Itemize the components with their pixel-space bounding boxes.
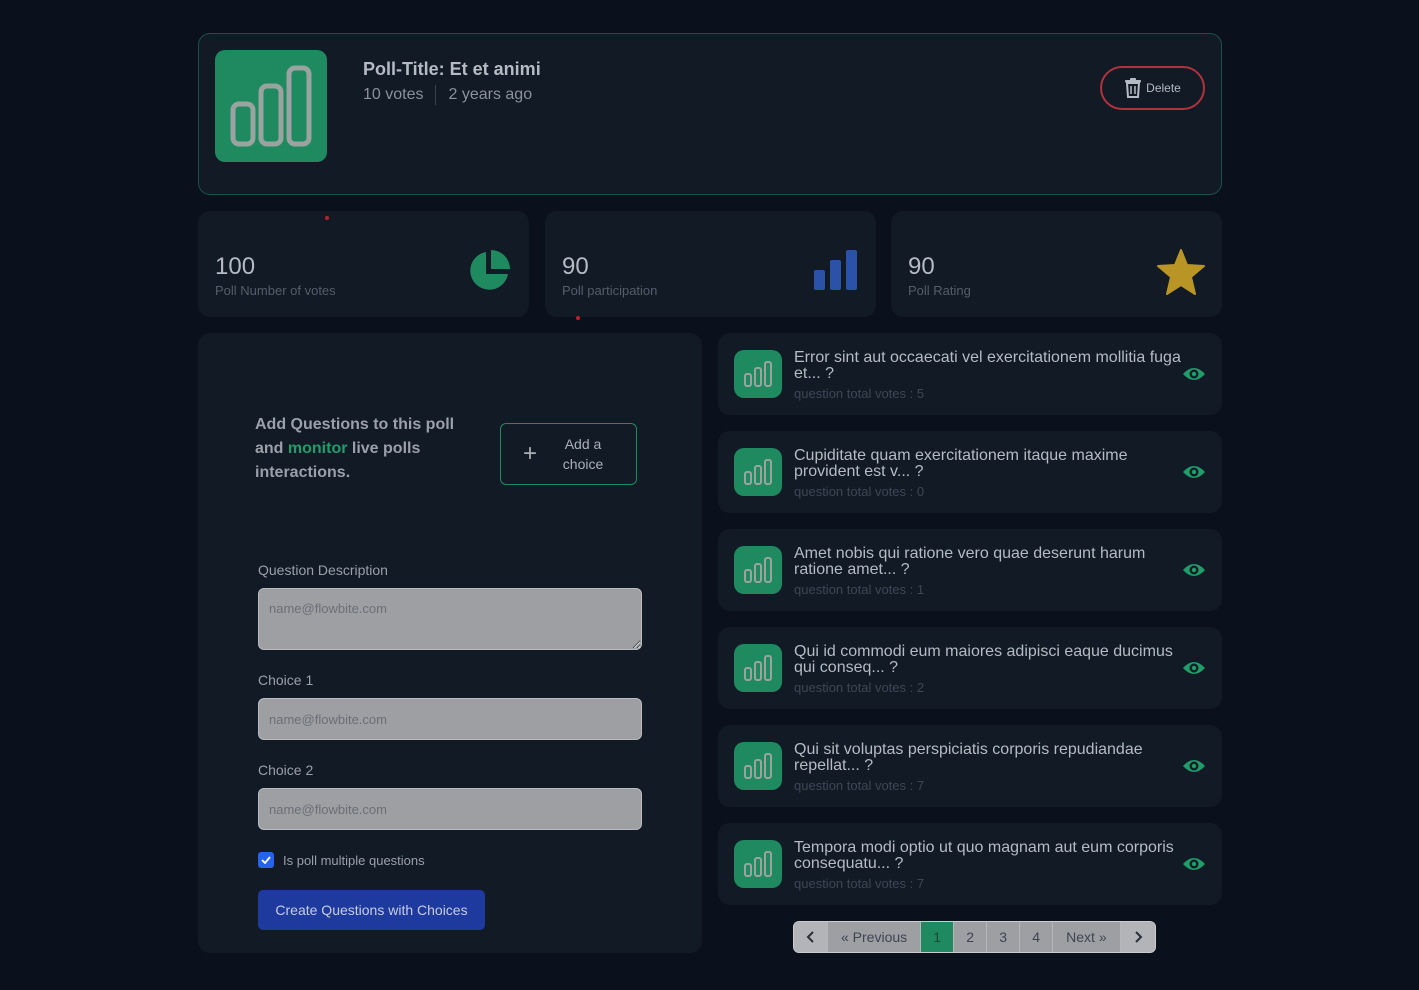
star-icon [1157, 249, 1205, 295]
poll-title: Poll-Title: Et et animi [363, 59, 541, 79]
question-description-input[interactable] [258, 588, 642, 650]
poll-chart-logo-icon [215, 50, 327, 162]
question-card: Cupiditate quam exercitationem itaque ma… [718, 431, 1222, 513]
multiple-questions-label: Is poll multiple questions [283, 852, 425, 868]
question-chart-icon [734, 546, 782, 594]
page-2-button[interactable]: 2 [954, 922, 988, 952]
question-votes: question total votes : 0 [794, 484, 925, 499]
stat-value: 90 [908, 253, 935, 280]
question-description-label: Question Description [258, 562, 388, 578]
question-card: Error sint aut occaecati vel exercitatio… [718, 333, 1222, 415]
choice-1-input[interactable] [258, 698, 642, 740]
create-questions-button[interactable]: Create Questions with Choices [258, 890, 485, 930]
stat-label: Poll Rating [908, 283, 971, 298]
delete-button[interactable]: Delete [1100, 66, 1205, 110]
choice-2-label: Choice 2 [258, 762, 314, 778]
previous-button[interactable]: « Previous [828, 922, 922, 952]
stat-card-participation: 90 Poll participation [545, 211, 876, 317]
form-promo-text: Add Questions to this poll and monitor l… [255, 416, 455, 481]
add-choice-button[interactable]: + Add a choice [500, 423, 637, 485]
choice-1-label: Choice 1 [258, 672, 314, 688]
question-text: Error sint aut occaecati vel exercitatio… [794, 349, 1181, 382]
question-chart-icon [734, 644, 782, 692]
question-text: Tempora modi optio ut quo magnam aut eum… [794, 839, 1174, 872]
plus-icon: + [523, 440, 538, 467]
question-votes: question total votes : 1 [794, 582, 925, 597]
stat-label: Poll participation [562, 283, 658, 298]
view-eye-icon[interactable] [1182, 560, 1206, 585]
chevron-left-icon [806, 931, 814, 943]
prev-arrow-button[interactable] [794, 922, 828, 952]
question-card: Tempora modi optio ut quo magnam aut eum… [718, 823, 1222, 905]
question-card: Amet nobis qui ratione vero quae deserun… [718, 529, 1222, 611]
question-votes: question total votes : 5 [794, 386, 925, 401]
poll-header-card: Poll-Title: Et et animi 10 votes 2 years… [198, 33, 1222, 195]
question-text: Cupiditate quam exercitationem itaque ma… [794, 447, 1128, 480]
poll-vote-count: 10 votes [363, 86, 424, 103]
delete-label: Delete [1146, 81, 1181, 95]
question-votes: question total votes : 2 [794, 680, 925, 695]
promo-accent: monitor [287, 440, 348, 457]
question-votes: question total votes : 7 [794, 778, 925, 793]
page-1-button[interactable]: 1 [921, 922, 955, 952]
stat-value: 100 [215, 253, 256, 280]
view-eye-icon[interactable] [1182, 658, 1206, 683]
poll-meta: 10 votes 2 years ago [363, 85, 532, 105]
question-votes: question total votes : 7 [794, 876, 925, 891]
page-3-button[interactable]: 3 [987, 922, 1021, 952]
next-arrow-button[interactable] [1120, 922, 1155, 952]
question-chart-icon [734, 350, 782, 398]
stat-card-rating: 90 Poll Rating [891, 211, 1222, 317]
indicator-dot [576, 316, 580, 320]
next-button[interactable]: Next » [1053, 922, 1121, 952]
indicator-dot [325, 216, 329, 220]
page-4-button[interactable]: 4 [1020, 922, 1054, 952]
question-text: Amet nobis qui ratione vero quae deserun… [794, 545, 1146, 578]
view-eye-icon[interactable] [1182, 756, 1206, 781]
poll-age: 2 years ago [448, 86, 533, 103]
choice-2-input[interactable] [258, 788, 642, 830]
add-question-form: Add Questions to this poll and monitor l… [198, 333, 702, 953]
trash-icon [1125, 78, 1142, 98]
add-choice-label: Add a choice [562, 436, 604, 472]
pagination: « Previous 1 2 3 4 Next » [793, 921, 1156, 953]
view-eye-icon[interactable] [1182, 364, 1206, 389]
chevron-right-icon [1134, 931, 1143, 943]
question-chart-icon [734, 742, 782, 790]
question-text: Qui id commodi eum maiores adipisci eaqu… [794, 643, 1173, 676]
meta-divider [435, 85, 437, 105]
question-card: Qui sit voluptas perspiciatis corporis r… [718, 725, 1222, 807]
view-eye-icon[interactable] [1182, 462, 1206, 487]
question-chart-icon [734, 840, 782, 888]
stat-label: Poll Number of votes [215, 283, 336, 298]
multiple-questions-checkbox[interactable] [258, 852, 274, 868]
pie-chart-icon [470, 250, 510, 290]
question-card: Qui id commodi eum maiores adipisci eaqu… [718, 627, 1222, 709]
bar-chart-icon [814, 250, 857, 290]
stat-card-votes: 100 Poll Number of votes [198, 211, 529, 317]
question-text: Qui sit voluptas perspiciatis corporis r… [794, 741, 1143, 774]
view-eye-icon[interactable] [1182, 854, 1206, 879]
check-icon [261, 856, 271, 864]
question-chart-icon [734, 448, 782, 496]
stat-value: 90 [562, 253, 589, 280]
multiple-questions-row: Is poll multiple questions [258, 852, 425, 868]
